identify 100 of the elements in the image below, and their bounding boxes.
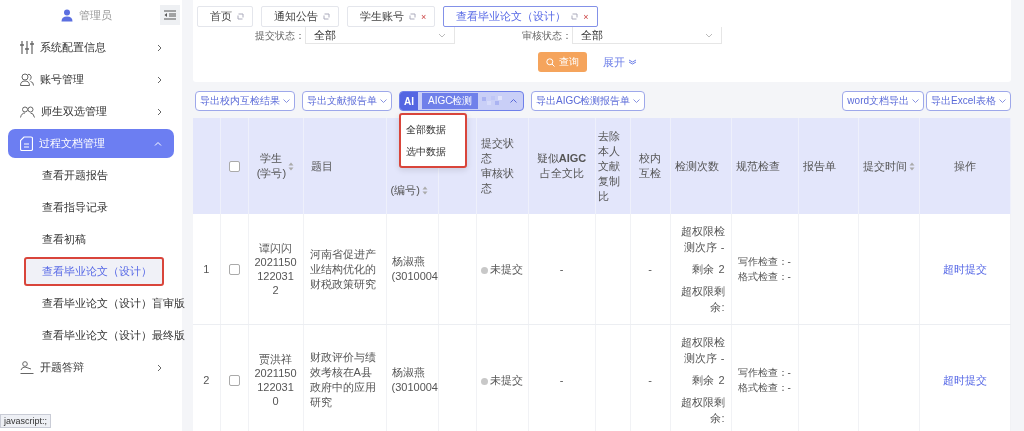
student-cell: 贾洪祥 20211501220310 [254, 352, 297, 408]
submenu-item[interactable]: 查看开题报告 [24, 161, 182, 190]
tab[interactable]: 查看毕业论文（设计） × [443, 6, 598, 27]
tab[interactable]: 首页 [197, 6, 253, 27]
title-cell-text: 河南省促进产业结构优化的财税政策研究 [309, 246, 377, 292]
chevron-down-icon [633, 99, 641, 103]
check-result: 写作检查：- [737, 255, 792, 269]
submit-link[interactable]: 超时提交 [942, 373, 987, 386]
submenu-item[interactable]: 查看初稿 [24, 225, 182, 254]
menu-item[interactable]: 开题答辩 [8, 353, 174, 382]
count-entry: 超权限剩余: [679, 284, 725, 315]
select-field[interactable]: 全部 [305, 27, 455, 44]
chevron-down-icon [380, 99, 387, 103]
chevron-right-icon [157, 75, 162, 84]
count-entry: 超权限检测次序 - [679, 224, 725, 255]
chevron-down-icon [998, 99, 1006, 103]
double-chevron-icon [628, 59, 637, 65]
status-text: 未提交 [489, 374, 523, 386]
refresh-icon [237, 13, 244, 20]
column-header: 提交状态 审核状态 [480, 136, 515, 196]
checkbox[interactable] [228, 161, 240, 173]
chevron-right-icon [157, 363, 162, 372]
presenter-icon [20, 360, 34, 375]
column-header: 题目 [310, 158, 333, 174]
status-text: 未提交 [489, 263, 523, 275]
column-header: 提交时间 [862, 158, 915, 174]
table-cell: - [648, 373, 652, 386]
teacher-cell: 杨淑燕 (3010004 [391, 365, 438, 395]
table-cell: - [559, 262, 564, 275]
column-header: 学生 (学号) [256, 151, 295, 181]
export-button[interactable]: 导出文献报告单 [302, 91, 392, 111]
search-icon [546, 57, 555, 67]
chevron-right-icon [157, 107, 162, 116]
menu-item[interactable]: 过程文档管理 [8, 129, 174, 158]
row-number: 2 [203, 373, 210, 386]
student-cell: 谭闪闪 20211501220312 [254, 241, 297, 297]
export-button[interactable]: 导出校内互检结果 [195, 91, 295, 111]
column-header: (编号) [390, 183, 428, 198]
column-header: 去除本人文献复制比 [597, 128, 621, 204]
aigc-check-button[interactable]: AI AIGC检测 [399, 91, 524, 111]
submit-link[interactable]: 超时提交 [942, 262, 987, 275]
select-field[interactable]: 全部 [572, 27, 722, 44]
check-result: 写作检查：- [737, 366, 792, 380]
table-cell: - [559, 373, 564, 386]
chevron-down-icon [283, 99, 290, 103]
collapse-menu-button[interactable] [160, 5, 180, 25]
menu-item[interactable]: 系统配置信息 [8, 33, 174, 62]
ai-badge: AI [400, 92, 418, 110]
teacher-cell: 杨淑燕 (3010004 [391, 254, 438, 284]
export-button[interactable]: 导出Excel表格 [926, 91, 1011, 111]
sort-icon[interactable] [288, 161, 295, 171]
export-button[interactable]: 导出AIGC检测报告单 [531, 91, 646, 111]
column-header: 疑似AIGC 占全文比 [536, 151, 587, 181]
count-entry: 超权限检测次序 - [679, 335, 725, 366]
expand-link[interactable]: 展开 [603, 54, 637, 70]
close-button[interactable]: × [583, 11, 589, 22]
chevron-icon [510, 99, 517, 103]
dropdown-item[interactable]: 选中数据 [401, 141, 465, 163]
table-cell: - [648, 262, 652, 275]
count-entry: 超权限剩余: [679, 395, 725, 426]
menu-item[interactable]: 账号管理 [8, 65, 174, 94]
chevron-up-icon [154, 141, 162, 146]
user-icon [60, 8, 73, 22]
row-number: 1 [203, 262, 210, 275]
submenu-item[interactable]: 查看指导记录 [24, 193, 182, 222]
dropdown-item[interactable]: 全部数据 [401, 119, 465, 141]
sort-icon[interactable] [908, 161, 915, 171]
tab[interactable]: 学生账号 × [347, 6, 436, 27]
collapse-icon [164, 10, 176, 20]
export-button[interactable]: word文档导出 [842, 91, 925, 111]
refresh-icon [571, 13, 579, 20]
count-entry: 剩余 2 [691, 262, 725, 277]
users-icon [20, 73, 34, 86]
tab[interactable]: 通知公告 [261, 6, 339, 27]
title-cell-text: 财政评价与绩效考核在A县政府中的应用研究 [309, 350, 377, 410]
checkbox[interactable] [228, 375, 240, 387]
people-icon [20, 105, 35, 118]
refresh-icon [323, 13, 330, 20]
chevron-down-icon [438, 32, 446, 38]
checkbox[interactable] [228, 264, 240, 276]
chevron-down-icon [912, 99, 920, 103]
column-header: 校内互检 [638, 151, 662, 181]
refresh-icon [409, 13, 416, 20]
pixel-pattern-icon [482, 95, 503, 107]
filter-label: 审核状态： [522, 28, 572, 43]
chevron-right-icon [157, 43, 162, 52]
column-header: 操作 [953, 158, 976, 174]
check-result: 格式检查：- [737, 381, 792, 395]
chevron-down-icon [705, 32, 713, 38]
count-entry: 剩余 2 [691, 373, 725, 388]
status-url: javascript:; [0, 414, 51, 428]
user-name: 管理员 [78, 7, 112, 23]
menu-item[interactable]: 师生双选管理 [8, 97, 174, 126]
submenu-item[interactable]: 查看毕业论文（设计） [24, 257, 164, 286]
sort-icon[interactable] [421, 186, 428, 195]
close-button[interactable]: × [421, 11, 427, 22]
sliders-icon [20, 41, 34, 54]
column-header: 报告单 [802, 158, 836, 174]
check-result: 格式检查：- [737, 270, 792, 284]
filter-label: 提交状态： [255, 28, 305, 43]
